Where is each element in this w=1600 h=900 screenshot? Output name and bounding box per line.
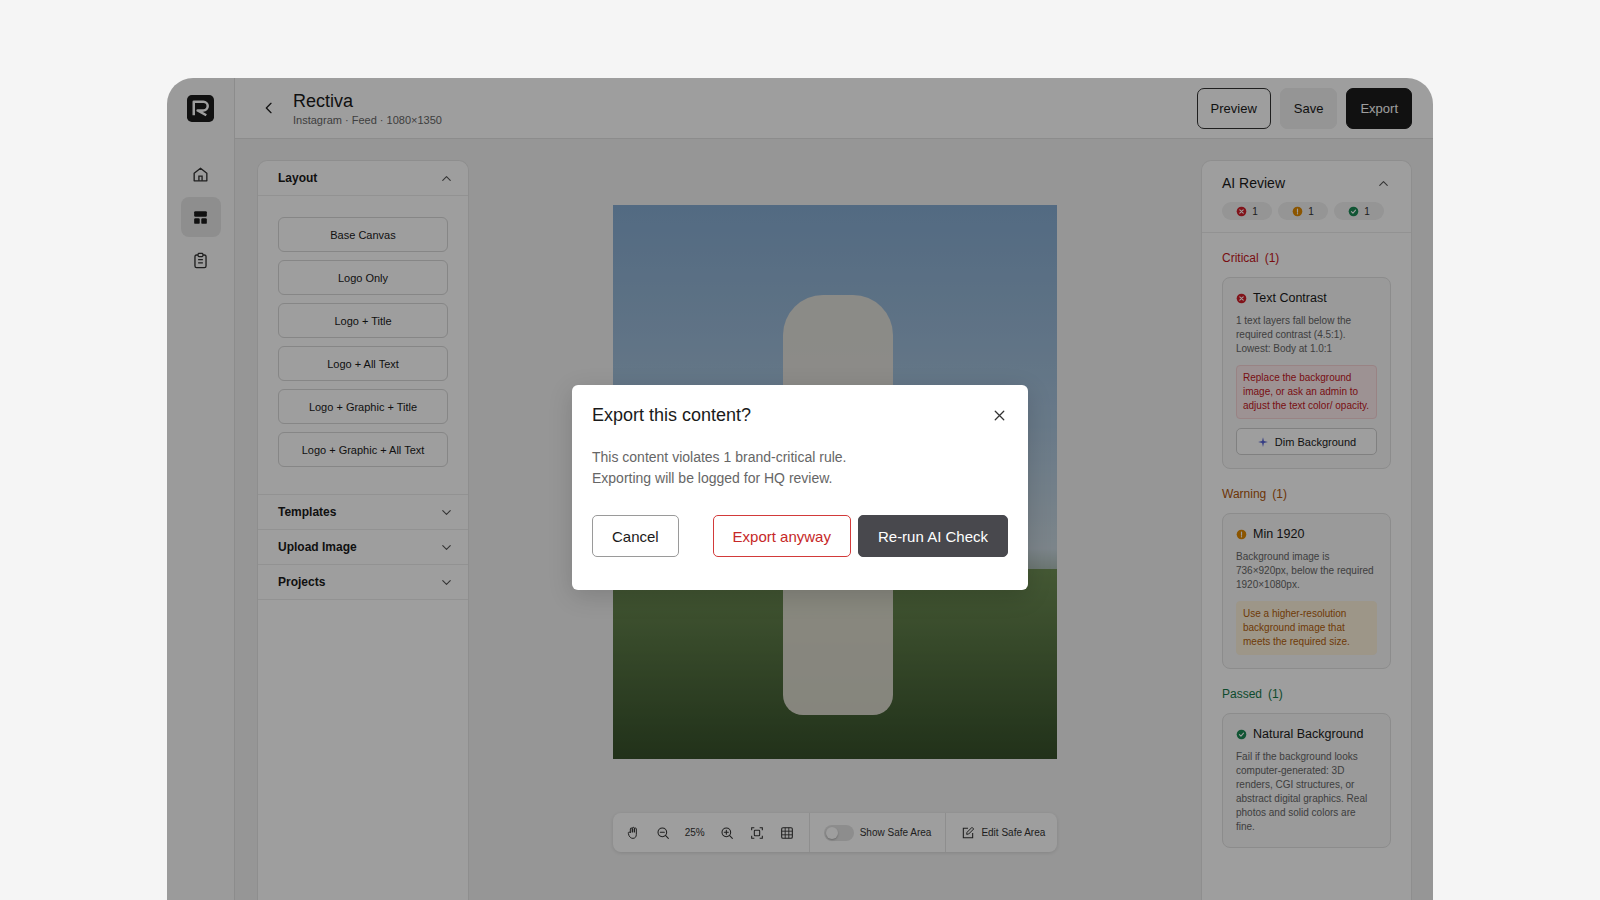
dialog-left-buttons: Cancel [592,515,679,557]
dialog-message: This content violates 1 brand-critical r… [592,447,1008,489]
dialog-button[interactable]: Re-run AI Check [858,515,1008,557]
dialog-buttons: Cancel Export anywayRe-run AI Check [592,515,1008,557]
dialog-button[interactable]: Export anyway [713,515,851,557]
dialog-message-line: This content violates 1 brand-critical r… [592,447,1008,468]
page: RectivaInstagram · Feed · 1080×1350Previ… [0,0,1600,900]
app-window: RectivaInstagram · Feed · 1080×1350Previ… [167,78,1433,900]
close-icon[interactable] [991,407,1008,424]
dialog-right-buttons: Export anywayRe-run AI Check [713,515,1008,557]
dialog-header: Export this content? [592,405,1008,426]
dialog-button[interactable]: Cancel [592,515,679,557]
dialog-message-line: Exporting will be logged for HQ review. [592,468,1008,489]
export-dialog: Export this content? This content violate… [572,385,1028,590]
dialog-title: Export this content? [592,405,751,426]
